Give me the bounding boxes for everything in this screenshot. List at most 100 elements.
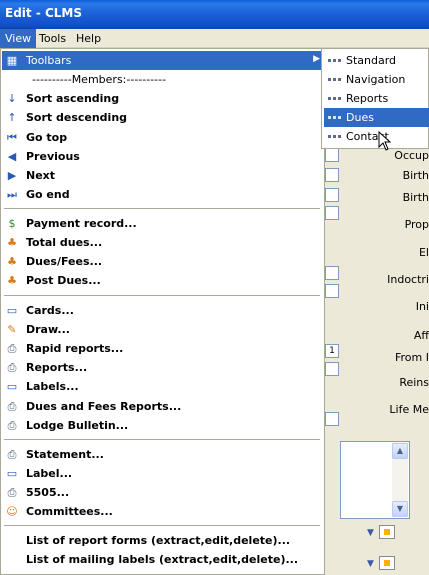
menu-item-label: Payment record... [26, 217, 137, 230]
window-title: Edit - CLMS [5, 6, 83, 20]
submenu-item-label: Standard [346, 54, 397, 67]
printer-icon: ⎙ [7, 419, 17, 432]
menu-tools[interactable]: Tools [34, 29, 71, 48]
menu-item-post-dues[interactable]: ♣ Post Dues... [2, 271, 324, 290]
menu-item-label: Dues/Fees... [26, 255, 103, 268]
committees-icon: ☺ [6, 505, 18, 518]
label-icon: ▭ [6, 380, 18, 393]
menu-item-label-single[interactable]: ▭ Label... [2, 464, 324, 483]
menu-item-rapid-reports[interactable]: ⎙ Rapid reports... [2, 339, 324, 358]
menu-item-next[interactable]: ▶ Next [2, 166, 324, 185]
menu-separator [4, 439, 320, 441]
menu-item-draw[interactable]: ✎ Draw... [2, 320, 324, 339]
indoctri-label: Indoctri [387, 273, 429, 286]
menu-item-label: Labels... [26, 380, 79, 393]
cards-icon: ▭ [6, 304, 18, 317]
menu-item-labels[interactable]: ▭ Labels... [2, 377, 324, 396]
submenu-item-navigation[interactable]: Navigation [324, 70, 429, 89]
go-end-icon: ⏭ [7, 188, 17, 201]
members-header-label: ----------Members:---------- [32, 73, 167, 86]
menu-item-reports[interactable]: ⎙ Reports... [2, 358, 324, 377]
toolbar-icon [328, 116, 343, 119]
form-field[interactable] [325, 188, 339, 202]
menu-separator [4, 295, 320, 297]
chevron-down-icon[interactable]: ▼ [367, 559, 374, 569]
textarea-scrollbar[interactable]: ▲ ▼ [392, 443, 408, 517]
toolbar-icon [328, 97, 343, 100]
submenu-item-label: Dues [346, 111, 374, 124]
printer-icon: ⎙ [7, 486, 17, 499]
reins-label: Reins [399, 376, 429, 389]
menu-item-label: Cards... [26, 304, 74, 317]
menu-item-dues-fees[interactable]: ♣ Dues/Fees... [2, 252, 324, 271]
menu-item-label: Previous [26, 150, 80, 163]
menu-item-list-mailing-labels[interactable]: List of mailing labels (extract,edit,del… [2, 550, 324, 569]
prop-label: Prop [404, 218, 429, 231]
mouse-cursor-icon [378, 131, 392, 151]
ini-label: Ini [415, 300, 429, 313]
menu-item-label: Next [26, 169, 56, 182]
menu-item-payment-record[interactable]: $ Payment record... [2, 214, 324, 233]
menu-item-label: Committees... [26, 505, 113, 518]
submenu-item-reports[interactable]: Reports [324, 89, 429, 108]
submenu-item-contact[interactable]: Contact [324, 127, 429, 146]
menu-item-dues-fees-reports[interactable]: ⎙ Dues and Fees Reports... [2, 397, 324, 416]
menu-item-total-dues[interactable]: ♣ Total dues... [2, 233, 324, 252]
submenu-item-standard[interactable]: Standard [324, 51, 429, 70]
menu-item-cards[interactable]: ▭ Cards... [2, 301, 324, 320]
printer-icon: ⎙ [7, 342, 17, 355]
lookup-icon[interactable] [379, 525, 395, 539]
menu-item-go-end[interactable]: ⏭ Go end [2, 185, 324, 204]
menu-item-label: Go end [26, 188, 70, 201]
menu-item-previous[interactable]: ◀ Previous [2, 147, 324, 166]
menu-item-committees[interactable]: ☺ Committees... [2, 502, 324, 521]
menu-item-label: Total dues... [26, 236, 103, 249]
life-label: Life Me [389, 403, 429, 416]
form-field[interactable] [325, 206, 339, 220]
notes-textarea[interactable]: ▲ ▼ [340, 441, 410, 519]
dropdown-combo[interactable]: ▼ [367, 524, 399, 542]
menu-item-list-report-forms[interactable]: List of report forms (extract,edit,delet… [2, 531, 324, 550]
payment-icon: $ [8, 217, 16, 230]
form-field[interactable] [325, 412, 339, 426]
post-dues-icon: ♣ [7, 274, 17, 287]
form-field[interactable] [325, 266, 339, 280]
dues-icon: ♣ [7, 236, 17, 249]
form-field[interactable] [325, 148, 339, 162]
menu-view[interactable]: View [0, 29, 37, 48]
form-field[interactable] [325, 168, 339, 182]
menu-item-5505[interactable]: ⎙ 5505... [2, 483, 324, 502]
lookup-icon[interactable] [379, 556, 395, 570]
sort-descending-icon: ↑ [7, 111, 17, 124]
birth-label: Birth [402, 191, 429, 204]
chevron-down-icon[interactable]: ▼ [367, 528, 374, 538]
menu-item-label: Post Dues... [26, 274, 101, 287]
menu-item-label: Statement... [26, 448, 104, 461]
form-field[interactable] [325, 362, 339, 376]
submenu-item-label: Reports [346, 92, 389, 105]
menu-item-sort-ascending[interactable]: ↓ Sort ascending [2, 89, 324, 108]
menu-item-label: Lodge Bulletin... [26, 419, 129, 432]
dropdown-combo[interactable]: ▼ [367, 555, 399, 573]
form-field-value[interactable]: 1 [325, 344, 339, 358]
menu-item-lodge-bulletin[interactable]: ⎙ Lodge Bulletin... [2, 416, 324, 435]
submenu-item-dues[interactable]: Dues [324, 108, 429, 127]
scroll-up-icon[interactable]: ▲ [392, 443, 408, 459]
submenu-arrow-icon: ▶ [313, 54, 320, 64]
menu-item-label: Sort descending [26, 111, 128, 124]
toolbar-icon [328, 135, 343, 138]
title-bar: Edit - CLMS [0, 0, 429, 29]
menu-help[interactable]: Help [71, 29, 106, 48]
menu-item-sort-descending[interactable]: ↑ Sort descending [2, 108, 324, 127]
menu-item-toolbars[interactable]: ▦ Toolbars ▶ [2, 51, 324, 70]
el-label: El [418, 246, 429, 259]
form-field[interactable] [325, 284, 339, 298]
menu-item-label: Label... [26, 467, 73, 480]
toolbar-icon [328, 59, 343, 62]
scroll-down-icon[interactable]: ▼ [392, 501, 408, 517]
menu-item-go-top[interactable]: ⏮ Go top [2, 128, 324, 147]
menu-bar: View Tools Help [0, 29, 429, 48]
toolbars-submenu: Standard Navigation Reports Dues Contact [321, 48, 429, 149]
go-top-icon: ⏮ [7, 131, 17, 144]
menu-item-statement[interactable]: ⎙ Statement... [2, 445, 324, 464]
